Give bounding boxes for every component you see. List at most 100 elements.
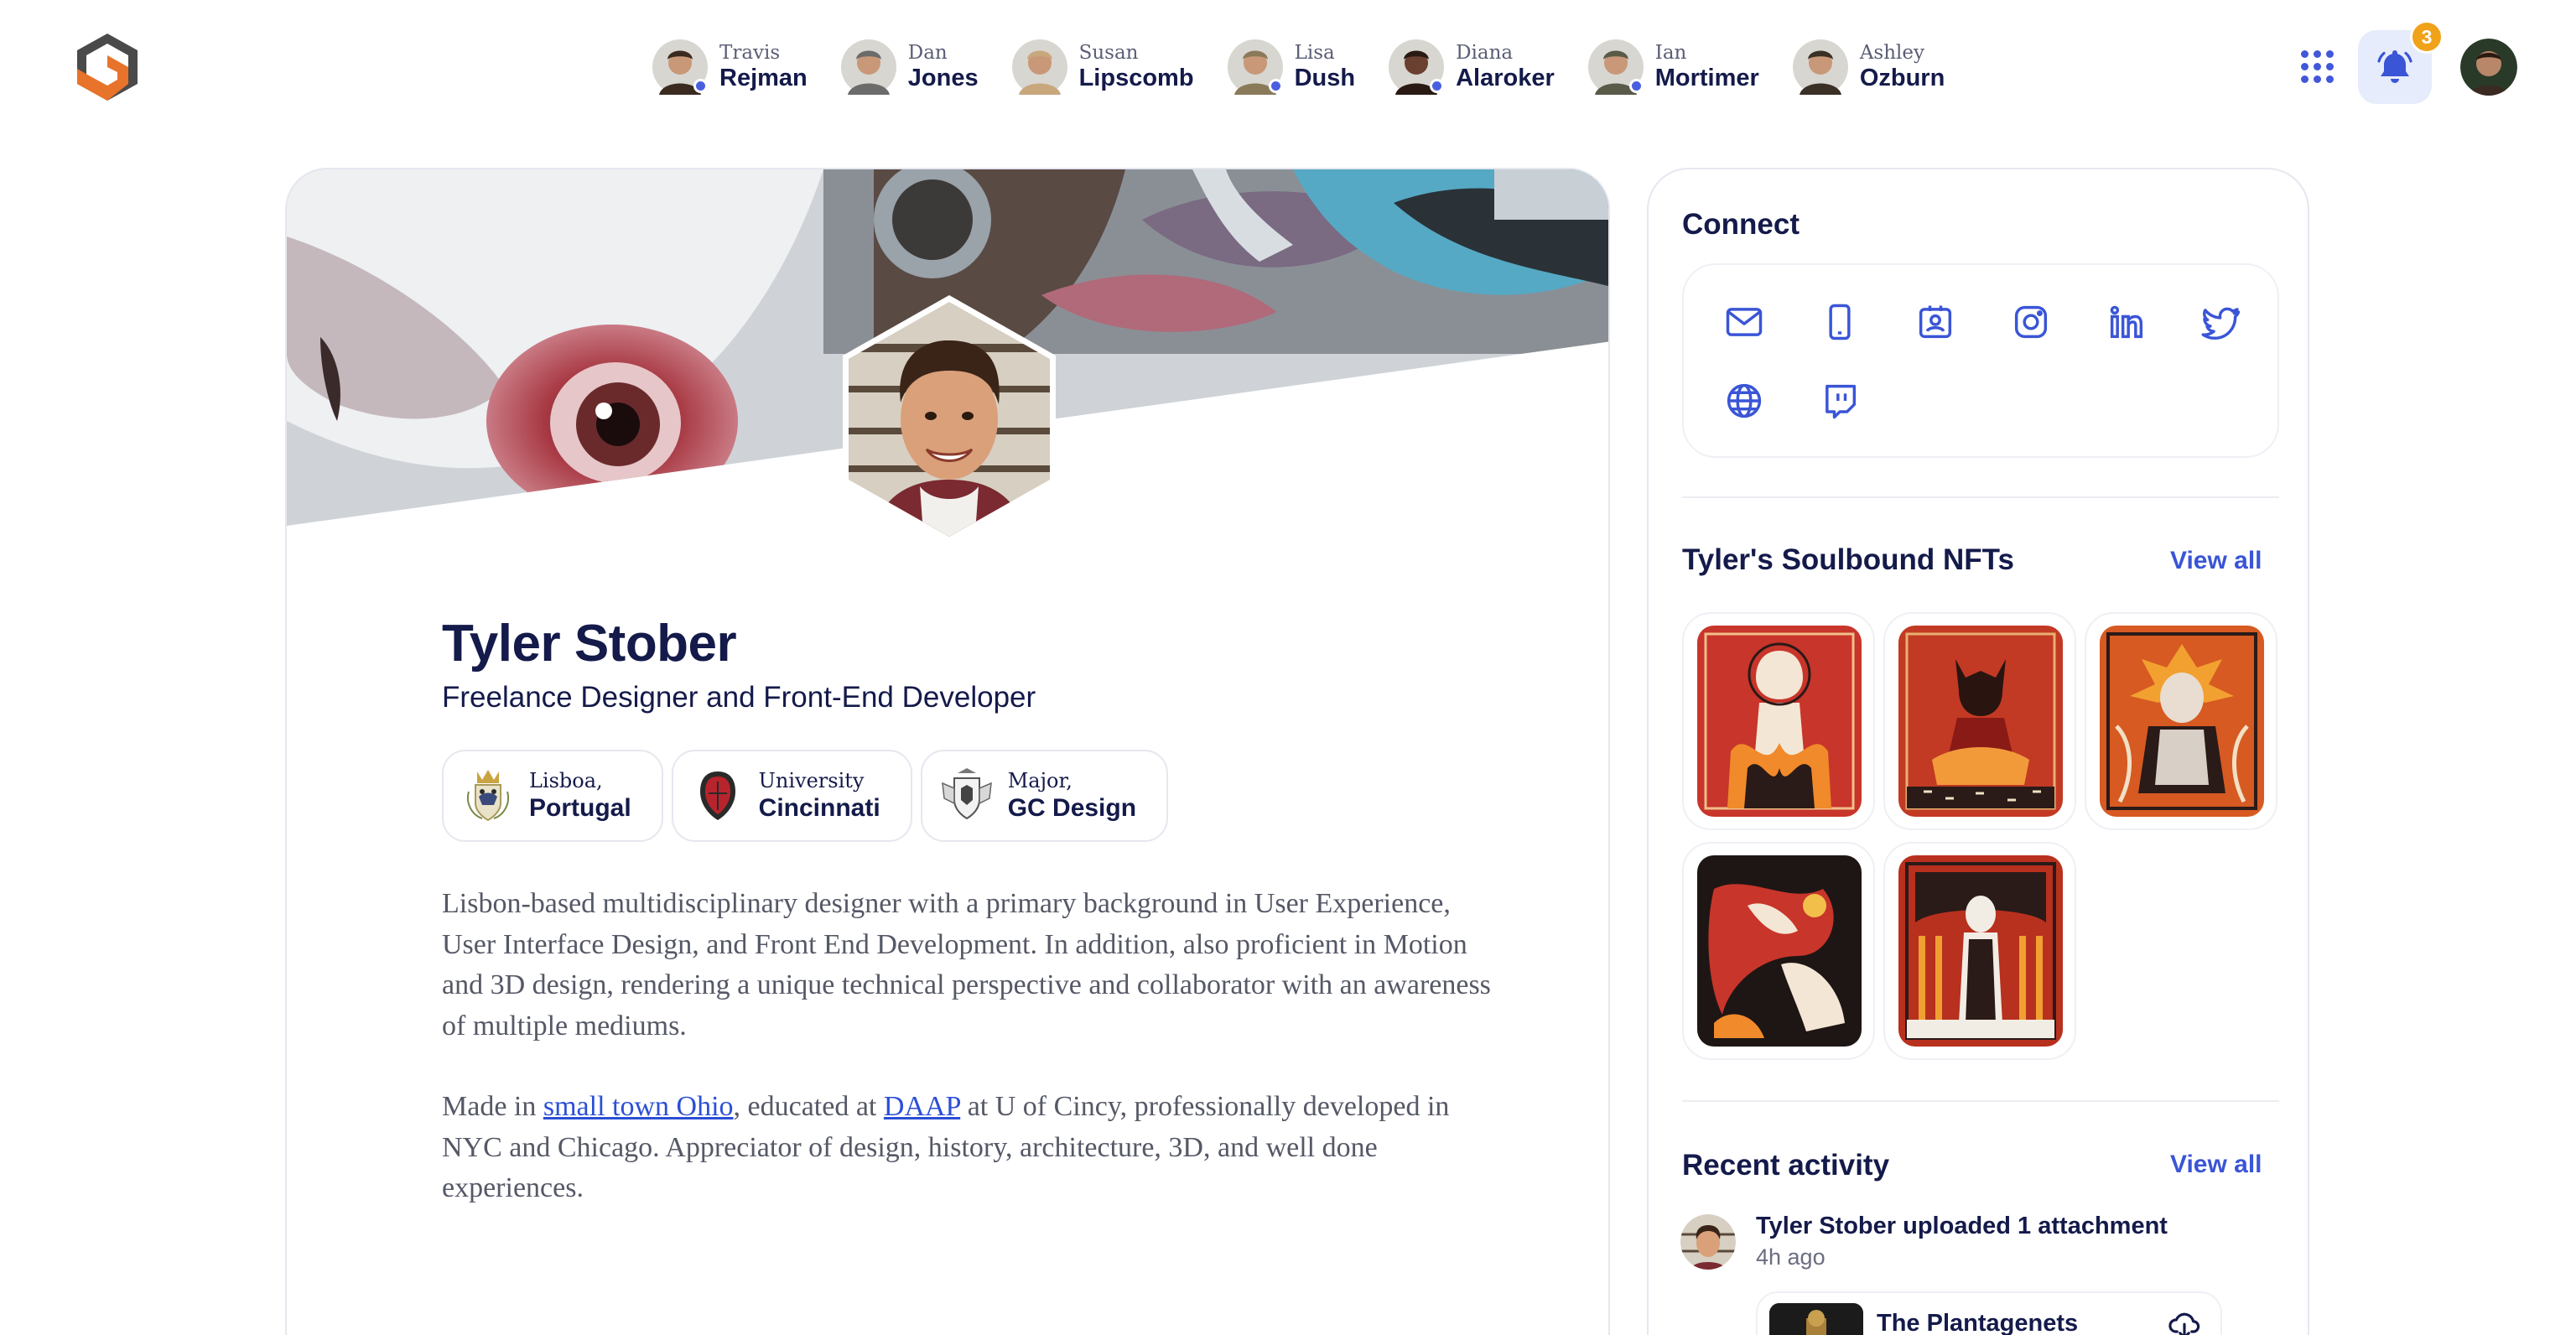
nfts-view-all-link[interactable]: View all [2170, 547, 2262, 575]
profile-name: Tyler Stober [442, 615, 737, 673]
avatar [1587, 39, 1644, 95]
team-member-dush[interactable]: Lisa Dush [1227, 39, 1356, 95]
linkedin-icon[interactable] [2105, 300, 2148, 344]
member-name: Lisa Dush [1295, 44, 1356, 91]
member-first-name: Ian [1654, 42, 1687, 64]
member-name: Ashley Ozburn [1860, 44, 1945, 91]
nft-artwork-5 [1898, 855, 2063, 1047]
activity-user-avatar [1680, 1214, 1736, 1270]
chip-university[interactable]: University Cincinnati [671, 750, 912, 842]
recent-activity-title: Recent activity [1682, 1149, 1890, 1182]
current-user-avatar[interactable] [2460, 39, 2517, 96]
member-first-name: Ashley [1859, 42, 1924, 64]
member-last-name: Jones [907, 65, 979, 91]
small-town-ohio-link[interactable]: small town Ohio [543, 1091, 734, 1122]
member-first-name: Lisa [1294, 42, 1335, 64]
twitter-icon[interactable] [2200, 300, 2244, 344]
globe-icon[interactable] [1722, 379, 1766, 423]
member-first-name: Dan [907, 42, 948, 64]
team-member-mortimer[interactable]: Ian Mortimer [1587, 39, 1759, 95]
nft-card[interactable] [1682, 842, 1875, 1060]
instagram-icon[interactable] [2009, 300, 2053, 344]
member-first-name: Susan [1078, 42, 1139, 64]
nft-artwork-4 [1697, 855, 1862, 1047]
chip-university-line2: Cincinnati [758, 794, 880, 822]
avatar [1227, 39, 1283, 95]
nft-artwork-2 [1898, 626, 2063, 817]
bio-text: Made in [442, 1091, 543, 1122]
apps-grid-dot [2326, 63, 2334, 70]
university-seal-icon [699, 771, 735, 820]
chip-location[interactable]: Lisboa, Portugal [442, 750, 663, 842]
team-member-lipscomb[interactable]: Susan Lipscomb [1011, 39, 1194, 95]
member-last-name: Ozburn [1859, 65, 1945, 91]
online-status-dot [1268, 79, 1283, 93]
apps-grid-dot [2301, 75, 2309, 83]
member-first-name: Diana [1456, 42, 1514, 64]
profile-chips: Lisboa, Portugal University Cincinnati M… [442, 750, 1176, 842]
nft-card[interactable] [2085, 612, 2277, 830]
notification-count-badge: 3 [2410, 20, 2444, 54]
profile-bio: Lisbon-based multidisciplinary designer … [442, 884, 1498, 1209]
people-bar: Travis Rejman Dan Jones Susan Lipscomb Lisa Dus… [652, 37, 1978, 97]
member-name: Susan Lipscomb [1079, 44, 1194, 91]
cloud-download-icon[interactable] [2167, 1308, 2202, 1335]
daap-link[interactable]: DAAP [884, 1091, 960, 1122]
chip-university-line1: University [758, 769, 865, 792]
nfts-title: Tyler's Soulbound NFTs [1682, 543, 2014, 576]
member-name: Travis Rejman [719, 44, 808, 91]
apps-grid-dot [2301, 63, 2309, 70]
twitch-icon[interactable] [1818, 379, 1862, 423]
member-last-name: Rejman [719, 65, 808, 91]
lisbon-crest-icon [467, 770, 509, 822]
side-panel: Connect Tyler's Soulbound NFTs View all [1647, 168, 2309, 1335]
team-member-alaroker[interactable]: Diana Alaroker [1389, 39, 1555, 95]
member-last-name: Dush [1294, 65, 1356, 91]
avatar [1011, 39, 1067, 95]
apps-grid-dot [2314, 75, 2321, 83]
avatar [652, 39, 708, 95]
member-name: Ian Mortimer [1655, 44, 1759, 91]
activity-time: 4h ago [1756, 1244, 1826, 1270]
avatar [840, 39, 896, 95]
profile-avatar [843, 295, 1056, 543]
bio-paragraph-2: Made in small town Ohio, educated at DAA… [442, 1087, 1498, 1209]
apps-grid-icon[interactable] [2298, 47, 2334, 84]
daap-crest-icon [941, 768, 992, 820]
bell-icon [2377, 50, 2412, 83]
divider [1682, 496, 2279, 498]
chip-major[interactable]: Major, GC Design [920, 750, 1169, 842]
apps-grid-dot [2314, 50, 2321, 58]
chip-location-line2: Portugal [529, 794, 631, 822]
nft-card[interactable] [1682, 612, 1875, 830]
nft-artwork-3 [2100, 626, 2264, 817]
contact-card-icon[interactable] [1914, 300, 1957, 344]
connect-links [1682, 263, 2279, 458]
apps-grid-dot [2326, 50, 2334, 58]
member-name: Dan Jones [908, 44, 979, 91]
team-member-ozburn[interactable]: Ashley Ozburn [1792, 39, 1945, 95]
chip-major-line2: GC Design [1007, 794, 1137, 822]
team-member-rejman[interactable]: Travis Rejman [652, 39, 808, 95]
phone-icon[interactable] [1818, 300, 1862, 344]
mail-icon[interactable] [1722, 300, 1766, 344]
connect-title: Connect [1682, 208, 1800, 241]
activity-view-all-link[interactable]: View all [2170, 1151, 2262, 1179]
nft-card[interactable] [1883, 612, 2076, 830]
online-status-dot [1430, 79, 1445, 93]
attachment-thumbnail [1769, 1303, 1863, 1335]
activity-text: Tyler Stober uploaded 1 attachment [1756, 1213, 2168, 1239]
apps-grid-dot [2326, 75, 2334, 83]
nft-card[interactable] [1883, 842, 2076, 1060]
team-member-jones[interactable]: Dan Jones [840, 39, 979, 95]
online-status-dot [693, 79, 708, 93]
bio-paragraph-1: Lisbon-based multidisciplinary designer … [442, 888, 1491, 1042]
brand-logo-icon[interactable] [75, 32, 139, 102]
member-name: Diana Alaroker [1456, 44, 1555, 91]
attachment-card[interactable]: The Plantagenets [1756, 1291, 2222, 1335]
member-first-name: Travis [719, 42, 781, 64]
apps-grid-dot [2301, 50, 2309, 58]
avatar [1792, 39, 1848, 95]
online-status-dot [1628, 79, 1644, 93]
attachment-title: The Plantagenets [1877, 1310, 2079, 1335]
